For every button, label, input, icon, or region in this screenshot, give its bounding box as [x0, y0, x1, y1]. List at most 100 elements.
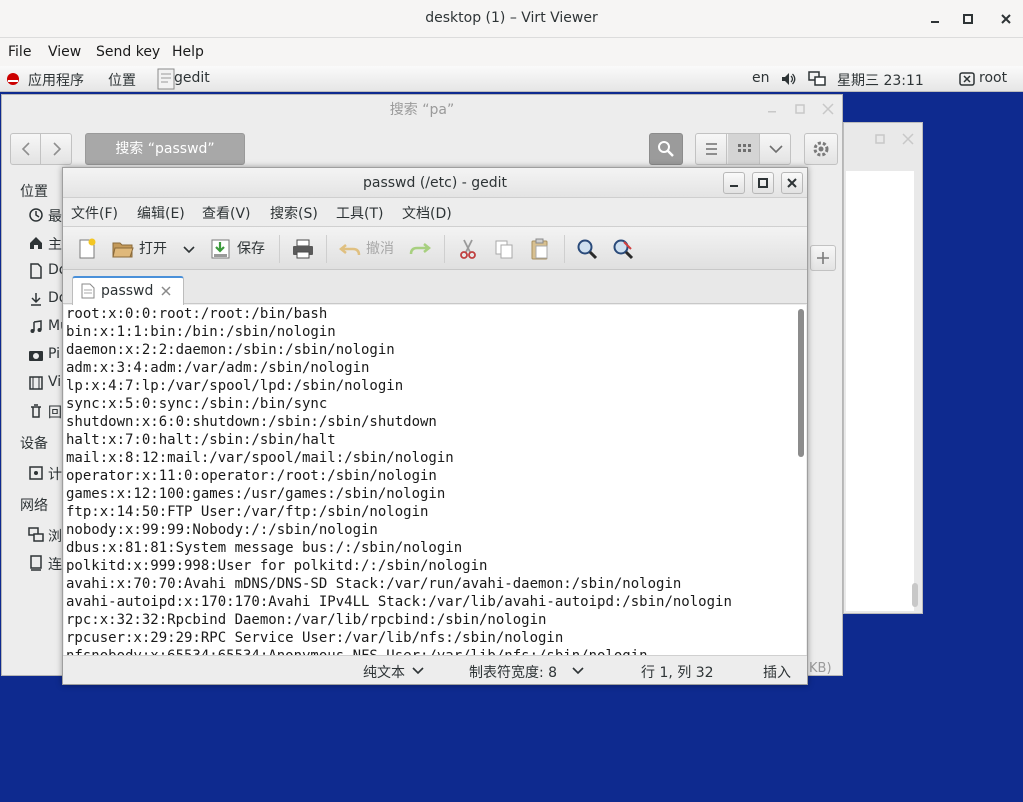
taskbar-gedit-label: gedit	[174, 70, 210, 86]
redo-button[interactable]	[408, 237, 432, 261]
editor-line: shutdown:x:6:0:shutdown:/sbin:/sbin/shut…	[66, 414, 437, 430]
sidebar-item-browse-network[interactable]: 浏	[48, 526, 62, 546]
close-tab-icon[interactable]	[159, 284, 173, 298]
fm-minimize-icon[interactable]	[762, 99, 782, 119]
maximize-icon	[758, 178, 768, 188]
editor-line: halt:x:7:0:halt:/sbin:/sbin/halt	[66, 432, 336, 448]
settings-button[interactable]	[804, 133, 838, 165]
sidebar-item-connect-server[interactable]: 连	[48, 554, 62, 574]
gedit-menu-edit[interactable]: 编辑(E)	[137, 203, 185, 223]
gedit-maximize-button[interactable]	[752, 172, 774, 194]
find-replace-button[interactable]	[611, 237, 635, 261]
viewer-minimize-button[interactable]	[924, 8, 946, 30]
network-icon[interactable]	[808, 71, 826, 87]
editor-line: avahi:x:70:70:Avahi mDNS/DNS-SD Stack:/v…	[66, 576, 682, 592]
editor-line: root:x:0:0:root:/root:/bin/bash	[66, 306, 328, 322]
connect-server-icon	[28, 555, 44, 571]
language-selector[interactable]: 纯文本	[363, 656, 433, 684]
document-icon	[28, 263, 44, 279]
gedit-statusbar: 纯文本 制表符宽度: 8 行 1, 列 32 插入	[63, 655, 807, 684]
cursor-position: 行 1, 列 32	[641, 665, 714, 681]
gedit-menu-documents[interactable]: 文档(D)	[402, 203, 452, 223]
tab-width-selector[interactable]: 制表符宽度: 8	[469, 656, 599, 684]
copy-button[interactable]	[492, 237, 516, 261]
sidebar-item-videos[interactable]: Vi	[48, 374, 61, 390]
editor-lines: root:x:0:0:root:/root:/bin/bash bin:x:1:1…	[66, 305, 732, 655]
grid-view-icon	[738, 144, 751, 152]
minimize-icon	[931, 21, 939, 23]
search-toggle-button[interactable]	[649, 133, 683, 165]
new-tab-button[interactable]	[810, 245, 836, 271]
viewer-menu-help[interactable]: Help	[172, 44, 204, 60]
plus-icon	[817, 252, 829, 264]
editor-line: rpc:x:32:32:Rpcbind Daemon:/var/lib/rpcb…	[66, 612, 547, 628]
sidebar-item-home[interactable]: 主	[48, 234, 62, 254]
sidebar-item-trash[interactable]: 回	[48, 402, 62, 422]
cut-button[interactable]	[456, 237, 480, 261]
sidebar-item-pictures[interactable]: Pi	[48, 346, 60, 362]
gear-icon	[813, 141, 829, 157]
clock[interactable]: 星期三 23:11	[837, 70, 924, 90]
places-menu[interactable]: 位置	[108, 70, 136, 90]
open-button[interactable]: 打开	[111, 237, 207, 261]
forward-button[interactable]	[42, 134, 72, 164]
gedit-menu-tools[interactable]: 工具(T)	[336, 203, 383, 223]
editor-line: bin:x:1:1:bin:/bin:/sbin/nologin	[66, 324, 336, 340]
chevron-down-icon	[572, 667, 584, 675]
taskbar-gedit[interactable]: gedit	[154, 67, 224, 91]
undo-button[interactable]: 撤消	[338, 237, 400, 261]
toolbar-separator	[444, 235, 445, 263]
gedit-menu-file[interactable]: 文件(F)	[71, 203, 118, 223]
browse-network-icon	[28, 527, 44, 543]
viewer-close-button[interactable]	[995, 8, 1017, 30]
background-window-content	[846, 171, 914, 611]
chevron-down-icon[interactable]	[179, 239, 199, 259]
user-icon[interactable]	[959, 71, 975, 87]
viewer-maximize-button[interactable]	[957, 8, 979, 30]
tab-passwd[interactable]: passwd	[72, 276, 184, 306]
editor-scrollbar[interactable]	[798, 309, 804, 457]
recent-icon	[28, 207, 44, 223]
gedit-window: passwd (/etc) - gedit 文件(F) 编辑(E) 查看(V) …	[62, 167, 808, 685]
sidebar-item-recent[interactable]: 最	[48, 206, 62, 226]
editor-line: polkitd:x:999:998:User for polkitd:/:/sb…	[66, 558, 488, 574]
user-name[interactable]: root	[979, 70, 1007, 86]
search-location-button[interactable]: 搜索 “passwd”	[85, 133, 245, 165]
back-button[interactable]	[11, 134, 41, 164]
sidebar-item-computer[interactable]: 计	[48, 464, 62, 484]
guest-desktop: 应用程序 位置 gedit en 星期三 23:11 root 搜索 “pa”	[0, 66, 1023, 802]
list-view-button[interactable]	[696, 134, 727, 164]
new-document-button[interactable]	[75, 237, 99, 261]
language-label: 纯文本	[363, 665, 405, 681]
paste-icon	[531, 238, 548, 260]
gedit-menu-search[interactable]: 搜索(S)	[270, 203, 318, 223]
grid-view-button[interactable]	[728, 134, 760, 164]
fm-close-icon[interactable]	[818, 99, 838, 119]
gedit-close-button[interactable]	[781, 172, 803, 194]
fm-maximize-icon[interactable]	[790, 99, 810, 119]
viewer-menu-view[interactable]: View	[48, 44, 81, 60]
volume-icon[interactable]	[780, 71, 796, 87]
trash-icon	[28, 403, 44, 419]
input-language[interactable]: en	[752, 70, 770, 86]
viewer-menu-file[interactable]: File	[8, 44, 31, 60]
paste-button[interactable]	[528, 237, 552, 261]
editor-text-area[interactable]: root:x:0:0:root:/root:/bin/bash bin:x:1:1…	[64, 305, 806, 655]
tab-label: passwd	[101, 283, 154, 299]
list-view-icon	[706, 143, 717, 155]
find-button[interactable]	[575, 237, 599, 261]
gedit-minimize-button[interactable]	[723, 172, 745, 194]
open-button-label: 打开	[139, 241, 167, 257]
gedit-menu-view[interactable]: 查看(V)	[202, 203, 251, 223]
redo-icon	[409, 243, 432, 255]
view-options-button[interactable]	[761, 134, 791, 164]
save-button[interactable]: 保存	[209, 237, 269, 261]
save-button-label: 保存	[237, 241, 265, 257]
bg-scrollbar[interactable]	[912, 583, 918, 607]
print-button[interactable]	[290, 237, 316, 261]
editor-line: operator:x:11:0:operator:/root:/sbin/nol…	[66, 468, 437, 484]
editor-line: nfsnobody:x:65534:65534:Anonymous NFS Us…	[66, 647, 732, 655]
applications-menu[interactable]: 应用程序	[28, 70, 84, 90]
viewer-menu-sendkey[interactable]: Send key	[96, 44, 160, 60]
editor-line: lp:x:4:7:lp:/var/spool/lpd:/sbin/nologin	[66, 378, 404, 394]
